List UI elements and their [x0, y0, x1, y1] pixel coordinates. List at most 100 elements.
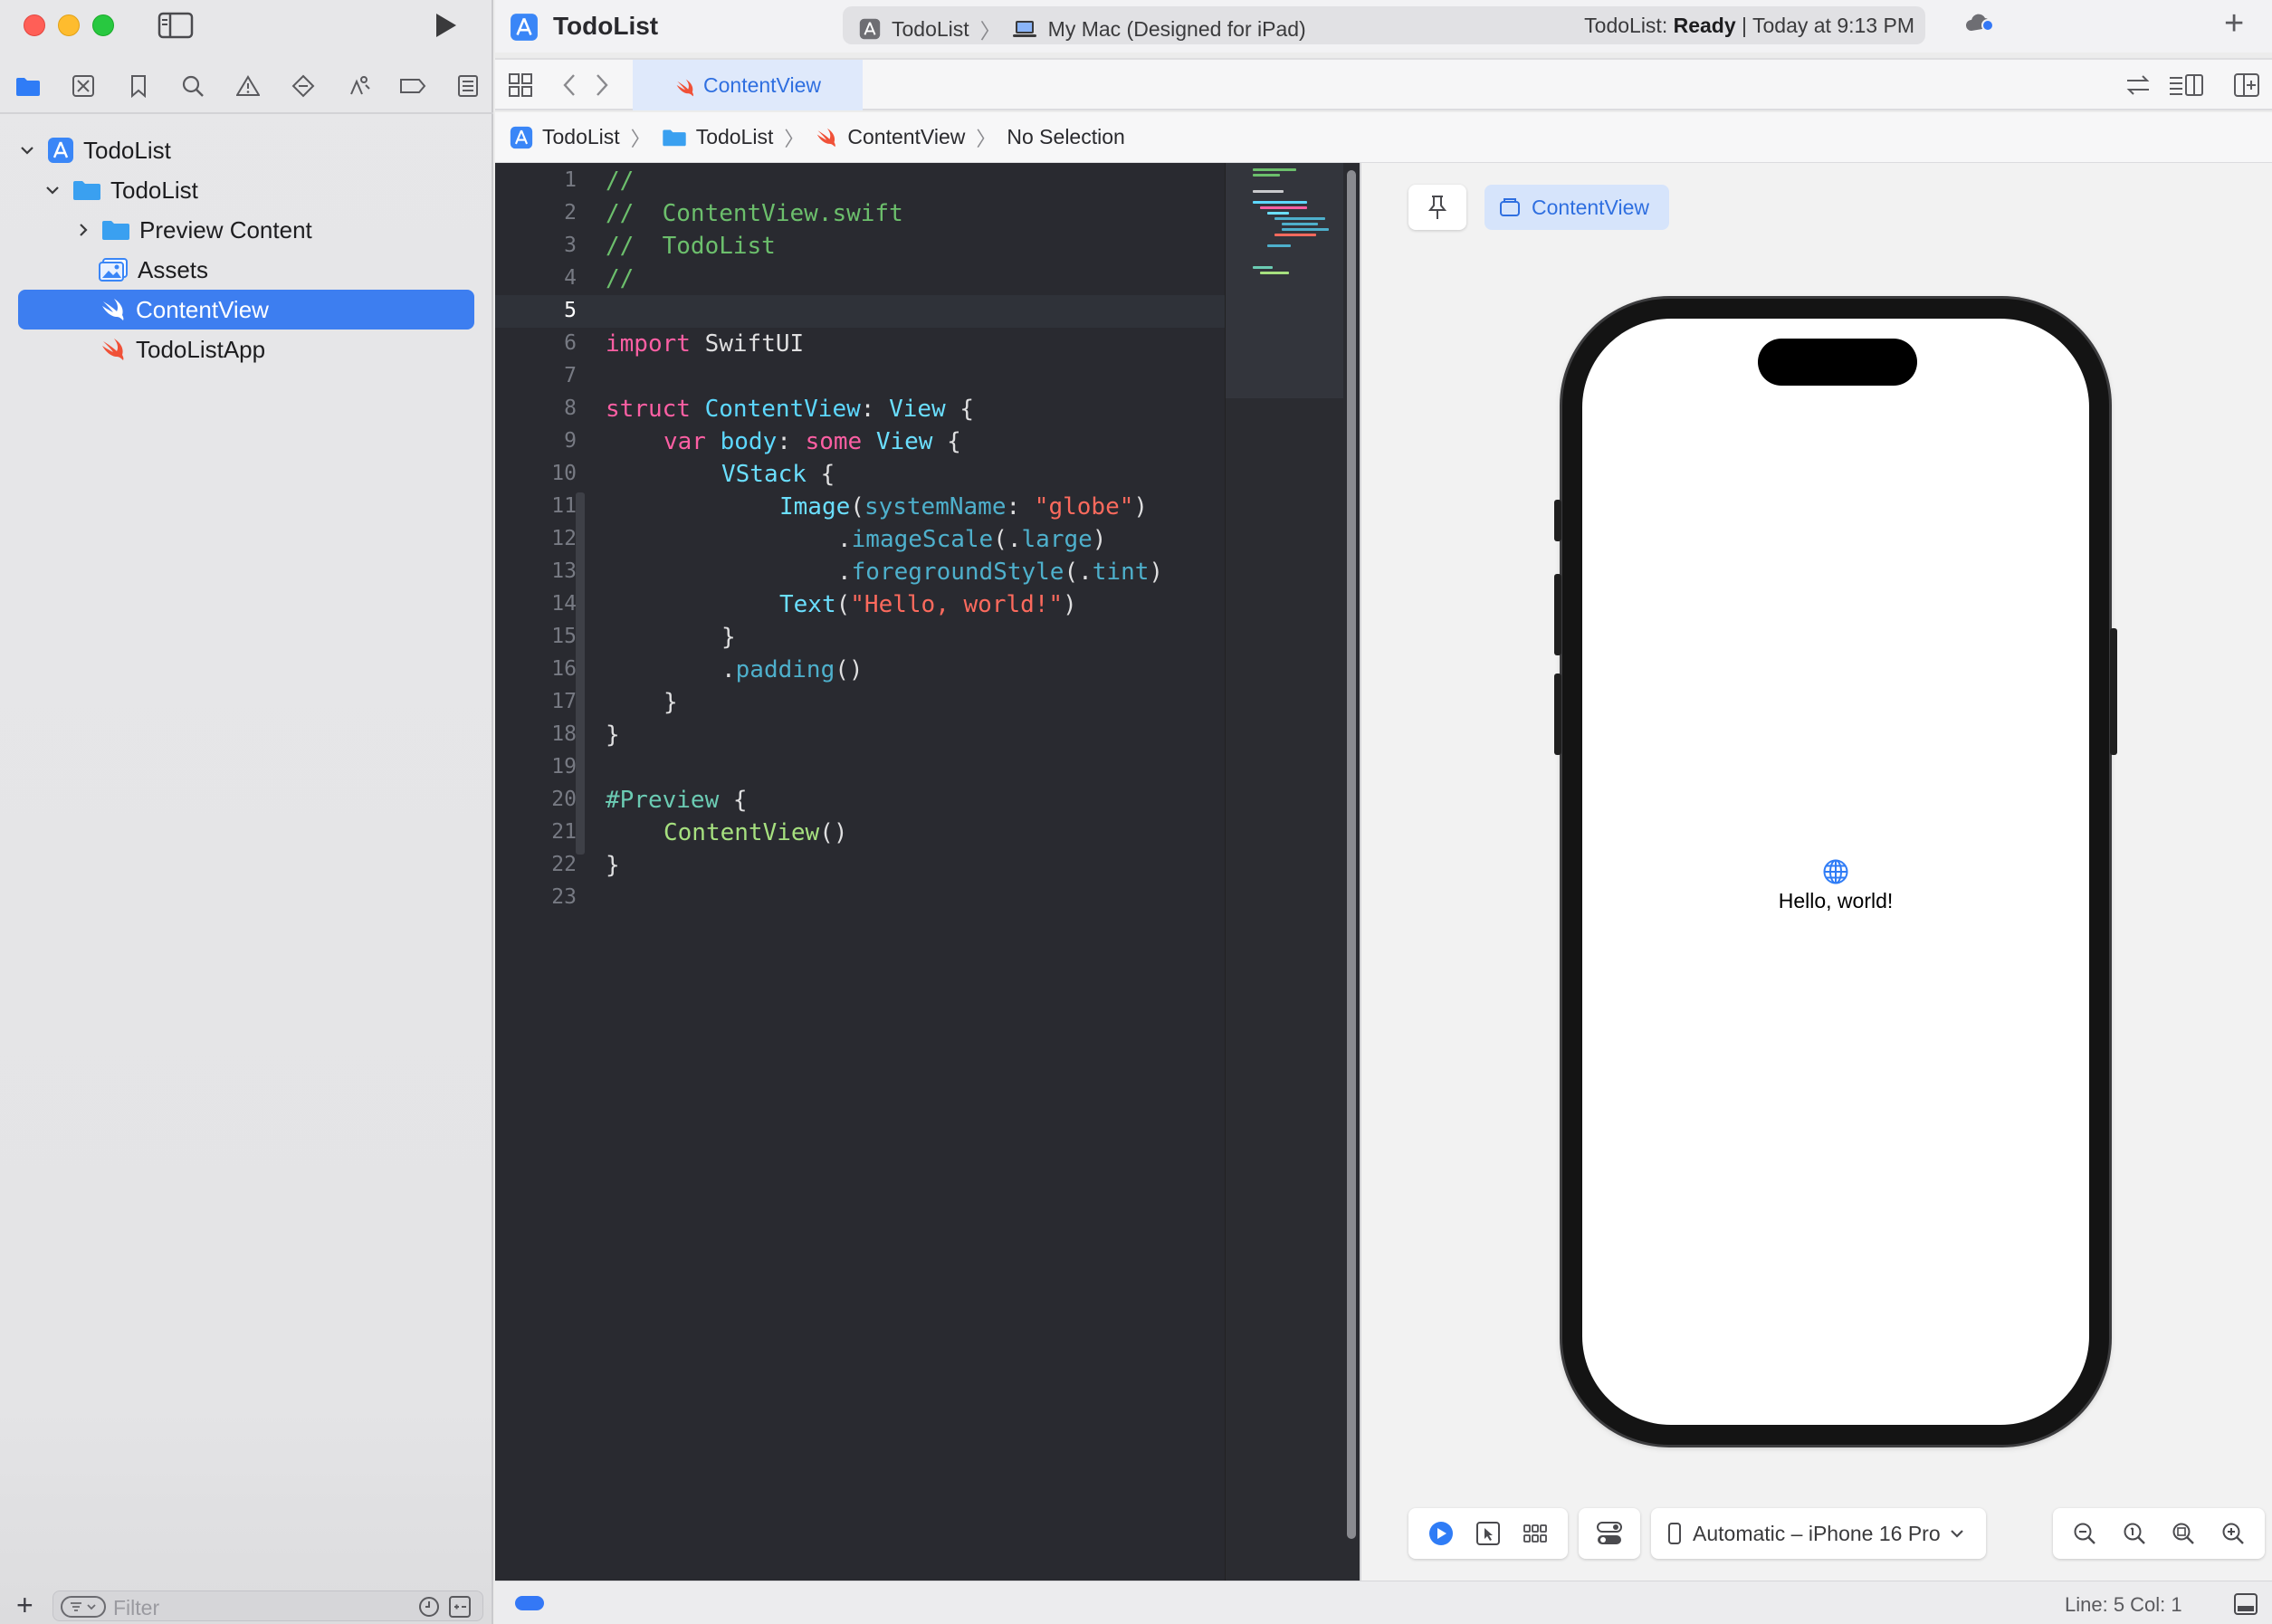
line-number[interactable]: 7: [504, 364, 577, 387]
filter-input[interactable]: Filter: [53, 1591, 483, 1621]
line-number[interactable]: 9: [504, 429, 577, 453]
issue-navigator-icon[interactable]: [233, 71, 263, 101]
line-number[interactable]: 11: [504, 494, 577, 518]
current-line-highlight: [495, 295, 1225, 328]
scrollbar-thumb[interactable]: [1347, 170, 1356, 1539]
line-number[interactable]: 16: [504, 657, 577, 681]
line-number[interactable]: 12: [504, 527, 577, 550]
minimize-window-button[interactable]: [58, 14, 80, 36]
breakpoint-navigator-icon[interactable]: [397, 71, 428, 101]
tree-item-group-todolist[interactable]: TodoList: [42, 170, 198, 210]
line-number[interactable]: 14: [504, 592, 577, 616]
tree-item-project[interactable]: TodoList: [16, 130, 171, 170]
swap-editors-icon[interactable]: [2124, 73, 2152, 97]
zoom-window-button[interactable]: [92, 14, 114, 36]
sidebar-toggle-icon[interactable]: [158, 12, 194, 39]
filter-options-icon[interactable]: [61, 1596, 106, 1618]
zoom-to-fit-icon[interactable]: [2171, 1521, 2196, 1546]
disclosure-expanded-icon[interactable]: [16, 139, 38, 161]
report-navigator-icon[interactable]: [453, 71, 483, 101]
device-picker[interactable]: Automatic – iPhone 16 Pro: [1651, 1508, 1986, 1559]
zoom-in-icon[interactable]: [2220, 1521, 2246, 1546]
editor-options-icon[interactable]: [2168, 72, 2206, 98]
related-items-grid-icon[interactable]: [508, 72, 533, 98]
toggle-debug-area-icon[interactable]: [2233, 1592, 2258, 1616]
code-token: VStack: [721, 461, 807, 488]
code-token: {: [719, 787, 748, 814]
add-file-button[interactable]: +: [16, 1591, 33, 1619]
code-token: foregroundStyle: [851, 559, 1064, 586]
minimap-line: [1253, 201, 1307, 204]
zoom-to-100-icon[interactable]: [2122, 1521, 2147, 1546]
device-settings-button[interactable]: [1579, 1508, 1640, 1559]
line-number[interactable]: 19: [504, 755, 577, 779]
line-number[interactable]: 23: [504, 885, 577, 909]
run-button[interactable]: [431, 11, 460, 40]
tree-item-assets[interactable]: Assets: [98, 250, 208, 290]
cloud-status-icon[interactable]: [1963, 13, 1996, 34]
line-number[interactable]: 3: [504, 234, 577, 257]
line-number[interactable]: 17: [504, 690, 577, 713]
folder-navigator-icon[interactable]: [13, 71, 43, 101]
test-navigator-icon[interactable]: [288, 71, 319, 101]
source-editor[interactable]: 1 2 3 4 5 6 7 8 9 10 11 12 13 14 15 16 17 18 19 20 21 22 23 //…: [495, 163, 1360, 1581]
minimap-visible-region[interactable]: [1226, 163, 1360, 398]
breadcrumb-project[interactable]: TodoList: [510, 125, 620, 149]
tab-contentview[interactable]: ContentView: [633, 60, 863, 110]
navigate-back-icon[interactable]: [560, 72, 578, 99]
add-library-item-button[interactable]: +: [2224, 5, 2244, 42]
code-line-1: //: [606, 167, 635, 195]
breadcrumb-symbol[interactable]: No Selection: [1007, 125, 1124, 149]
line-number[interactable]: 6: [504, 331, 577, 355]
breadcrumb-file[interactable]: ContentView: [815, 125, 965, 149]
minimap[interactable]: [1225, 163, 1360, 1581]
line-number[interactable]: 4: [504, 266, 577, 290]
tree-item-preview-content[interactable]: Preview Content: [72, 210, 312, 250]
line-number[interactable]: 8: [504, 396, 577, 420]
live-mode-icon[interactable]: [1427, 1520, 1455, 1547]
navigate-forward-icon[interactable]: [593, 72, 611, 99]
code-token: systemName: [864, 493, 1007, 521]
line-number[interactable]: 2: [504, 201, 577, 224]
code-line-3: // TodoList: [606, 233, 776, 260]
bookmark-navigator-icon[interactable]: [123, 71, 154, 101]
run-destination[interactable]: My Mac (Designed for iPad): [1048, 17, 1306, 42]
editor-scrollbar[interactable]: [1343, 163, 1360, 1581]
debug-area-indicator[interactable]: [515, 1596, 544, 1610]
fold-range[interactable]: [576, 492, 585, 855]
line-number[interactable]: 10: [504, 462, 577, 485]
pin-preview-button[interactable]: [1408, 185, 1466, 230]
zoom-controls: [2053, 1508, 2265, 1559]
line-number[interactable]: 18: [504, 722, 577, 746]
selectable-mode-icon[interactable]: [1475, 1521, 1501, 1546]
disclosure-collapsed-icon[interactable]: [72, 219, 94, 241]
breadcrumb-group[interactable]: TodoList: [662, 125, 773, 149]
line-number[interactable]: 13: [504, 559, 577, 583]
line-number[interactable]: 21: [504, 820, 577, 844]
source-control-navigator-icon[interactable]: [68, 71, 99, 101]
scheme-selector[interactable]: TodoList 〉 My Mac (Designed for iPad): [859, 14, 1306, 44]
preview-selector[interactable]: ContentView: [1484, 185, 1669, 230]
breadcrumb-label: No Selection: [1007, 125, 1125, 148]
zoom-out-icon[interactable]: [2072, 1521, 2097, 1546]
line-number[interactable]: 22: [504, 853, 577, 876]
code-token: :: [860, 396, 890, 423]
line-number[interactable]: 20: [504, 788, 577, 811]
debug-navigator-icon[interactable]: [343, 71, 374, 101]
recent-files-icon[interactable]: [417, 1595, 441, 1619]
find-navigator-icon[interactable]: [177, 71, 208, 101]
line-number[interactable]: 15: [504, 625, 577, 648]
device-screen[interactable]: Hello, world!: [1582, 319, 2089, 1425]
close-window-button[interactable]: [24, 14, 45, 36]
add-editor-icon[interactable]: [2233, 72, 2260, 98]
minimap-line: [1267, 244, 1291, 247]
variants-grid-icon[interactable]: [1522, 1523, 1549, 1544]
disclosure-expanded-icon[interactable]: [42, 179, 63, 201]
source-control-filter-icon[interactable]: [448, 1595, 472, 1619]
tree-item-todolistapp[interactable]: TodoListApp: [100, 330, 265, 369]
tree-item-contentview[interactable]: ContentView: [100, 290, 269, 330]
code-token: .: [721, 656, 736, 683]
line-number[interactable]: 1: [504, 168, 577, 192]
line-number[interactable]: 5: [504, 299, 577, 322]
minimap-line: [1253, 168, 1296, 171]
